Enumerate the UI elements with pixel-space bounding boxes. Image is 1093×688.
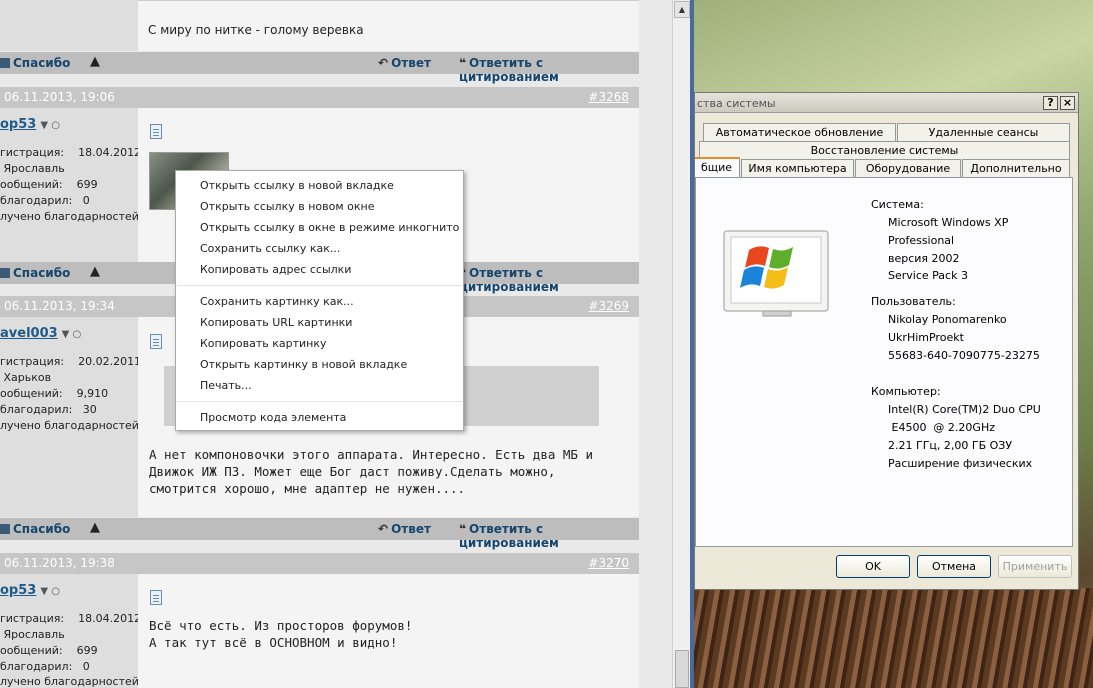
post-number-link[interactable]: #3270	[588, 556, 629, 570]
tab-general[interactable]: бщие	[695, 157, 740, 177]
user-sidebar: op53 ▼ ○ гистрация: 18.04.2012 Ярославль …	[0, 574, 143, 688]
user-label: Пользователь:	[871, 295, 956, 308]
product-id: 55683-640-7090775-23275	[888, 349, 1040, 362]
reply-button[interactable]: ↶Ответ	[378, 56, 431, 70]
menu-item-inspect-element[interactable]: Просмотр кода элемента	[200, 408, 346, 428]
post-text: А нет компоновочки этого аппарата. Интер…	[149, 447, 594, 496]
user-sidebar	[0, 0, 138, 51]
menu-item-copy-link-address[interactable]: Копировать адрес ссылки	[200, 260, 351, 280]
computer-label: Компьютер:	[871, 385, 941, 398]
reply-button[interactable]: ↶Ответ	[378, 522, 431, 536]
ok-button[interactable]: OK	[836, 555, 910, 578]
reply-quote-button[interactable]: ❝Ответить с цитированием	[459, 56, 639, 84]
username-link[interactable]: avel003	[0, 326, 58, 341]
cancel-button[interactable]: Отмена	[917, 555, 991, 578]
cpu-name: Intel(R) Core(TM)2 Duo CPU	[888, 403, 1041, 416]
user-menu-chevron-icon[interactable]: ▼ ○	[62, 329, 82, 340]
post-document-icon	[150, 124, 162, 139]
user-menu-chevron-icon[interactable]: ▼ ○	[40, 586, 60, 597]
user-sidebar: avel003 ▼ ○ гистрация: 20.02.2011 Харьков…	[0, 317, 143, 517]
tab-advanced[interactable]: Дополнительно	[962, 159, 1070, 177]
username-link[interactable]: op53	[0, 583, 36, 598]
general-tab-page: Система: Microsoft Windows XP Profession…	[695, 177, 1073, 547]
windows-xp-monitor-logo-icon	[723, 230, 829, 317]
thanks-icon	[0, 268, 10, 278]
post-number-link[interactable]: #3269	[588, 299, 629, 313]
menu-separator	[177, 285, 462, 286]
page-scrollbar[interactable]: ▲	[672, 0, 690, 688]
post-header: 06.11.2013, 19:06 #3268	[0, 87, 639, 108]
menu-item-print[interactable]: Печать...	[200, 376, 252, 396]
post-action-bar: Спасибо ▲ ↶Ответ ❝Ответить с цитирование…	[0, 52, 639, 84]
post-text: С миру по нитке - голому веревка	[148, 23, 364, 37]
menu-item-open-link-incognito[interactable]: Открыть ссылку в окне в режиме инкогнито	[200, 218, 459, 238]
post-date: 06.11.2013, 19:34	[4, 299, 115, 313]
user-sidebar: op53 ▼ ○ гистрация: 18.04.2012 Ярославль …	[0, 108, 143, 262]
menu-item-copy-image[interactable]: Копировать картинку	[200, 334, 326, 354]
reply-quote-button[interactable]: ❝Ответить с цитированием	[459, 266, 639, 294]
system-os-version: версия 2002	[888, 252, 960, 265]
apply-button[interactable]: Применить	[998, 555, 1072, 578]
context-menu: Открыть ссылку в новой вкладке Открыть с…	[175, 170, 464, 431]
user-organization: UkrHimProekt	[888, 331, 964, 344]
system-os-edition: Professional	[888, 234, 955, 247]
forum-page: С миру по нитке - голому веревка Спасибо…	[0, 0, 672, 688]
post-date: 06.11.2013, 19:38	[4, 556, 115, 570]
menu-separator	[177, 401, 462, 402]
post-text: Всё что есть. Из просторов форумов! А та…	[149, 618, 413, 650]
post-document-icon	[150, 590, 162, 605]
wallpaper-hair-image	[694, 588, 1093, 688]
user-name: Nikolay Ponomarenko	[888, 313, 1007, 326]
post-number-link[interactable]: #3268	[588, 90, 629, 104]
post-action-bar: Спасибо ▲ ↶Ответ ❝Ответить с цитирование…	[0, 518, 639, 550]
tab-computer-name[interactable]: Имя компьютера	[741, 159, 854, 177]
post-content: С миру по нитке - голому веревка	[138, 0, 639, 51]
menu-item-save-link-as[interactable]: Сохранить ссылку как...	[200, 239, 340, 259]
user-menu-chevron-icon[interactable]: ▼ ○	[40, 120, 60, 131]
thanks-button[interactable]: Спасибо	[0, 522, 70, 536]
report-warning-icon[interactable]: ▲	[90, 54, 100, 69]
post-header: 06.11.2013, 19:38 #3270	[0, 553, 639, 574]
report-warning-icon[interactable]: ▲	[90, 264, 100, 279]
help-button[interactable]: ?	[1043, 96, 1058, 110]
system-service-pack: Service Pack 3	[888, 269, 968, 282]
thanks-button[interactable]: Спасибо	[0, 56, 70, 70]
tab-remote-sessions[interactable]: Удаленные сеансы	[897, 123, 1070, 141]
quote-bubble-icon: ❝	[459, 522, 467, 536]
menu-item-save-image-as[interactable]: Сохранить картинку как...	[200, 292, 354, 312]
post-document-icon	[150, 334, 162, 349]
dialog-titlebar[interactable]: ства системы ? ×	[695, 93, 1078, 113]
system-os-name: Microsoft Windows XP	[888, 216, 1009, 229]
system-properties-dialog: ства системы ? × Автоматическое обновлен…	[694, 92, 1079, 590]
quote-bubble-icon: ❝	[459, 56, 467, 70]
thanks-button[interactable]: Спасибо	[0, 266, 70, 280]
menu-item-open-image-new-tab[interactable]: Открыть картинку в новой вкладке	[200, 355, 407, 375]
report-warning-icon[interactable]: ▲	[90, 520, 100, 535]
scrollbar-thumb[interactable]	[675, 650, 689, 688]
menu-item-open-link-new-window[interactable]: Открыть ссылку в новом окне	[200, 197, 374, 217]
reply-arrow-icon: ↶	[378, 56, 389, 70]
close-button[interactable]: ×	[1060, 96, 1075, 110]
pae-info: Расширение физических	[888, 457, 1033, 470]
tab-system-restore[interactable]: Восстановление системы	[699, 141, 1070, 159]
post-date: 06.11.2013, 19:06	[4, 90, 115, 104]
menu-item-copy-image-url[interactable]: Копировать URL картинки	[200, 313, 352, 333]
thanks-icon	[0, 524, 10, 534]
scroll-up-arrow-icon[interactable]: ▲	[674, 1, 690, 18]
tab-hardware[interactable]: Оборудование	[855, 159, 961, 177]
system-label: Система:	[871, 198, 924, 211]
cpu-model: E4500 @ 2.20GHz	[888, 421, 995, 434]
reply-arrow-icon: ↶	[378, 522, 389, 536]
tab-auto-update[interactable]: Автоматическое обновление	[703, 123, 896, 141]
cpu-speed-ram: 2.21 ГГц, 2,00 ГБ ОЗУ	[888, 439, 1013, 452]
username-link[interactable]: op53	[0, 117, 36, 132]
reply-quote-button[interactable]: ❝Ответить с цитированием	[459, 522, 639, 550]
menu-item-open-link-new-tab[interactable]: Открыть ссылку в новой вкладке	[200, 176, 394, 196]
thanks-icon	[0, 58, 10, 68]
dialog-title: ства системы	[697, 97, 776, 110]
